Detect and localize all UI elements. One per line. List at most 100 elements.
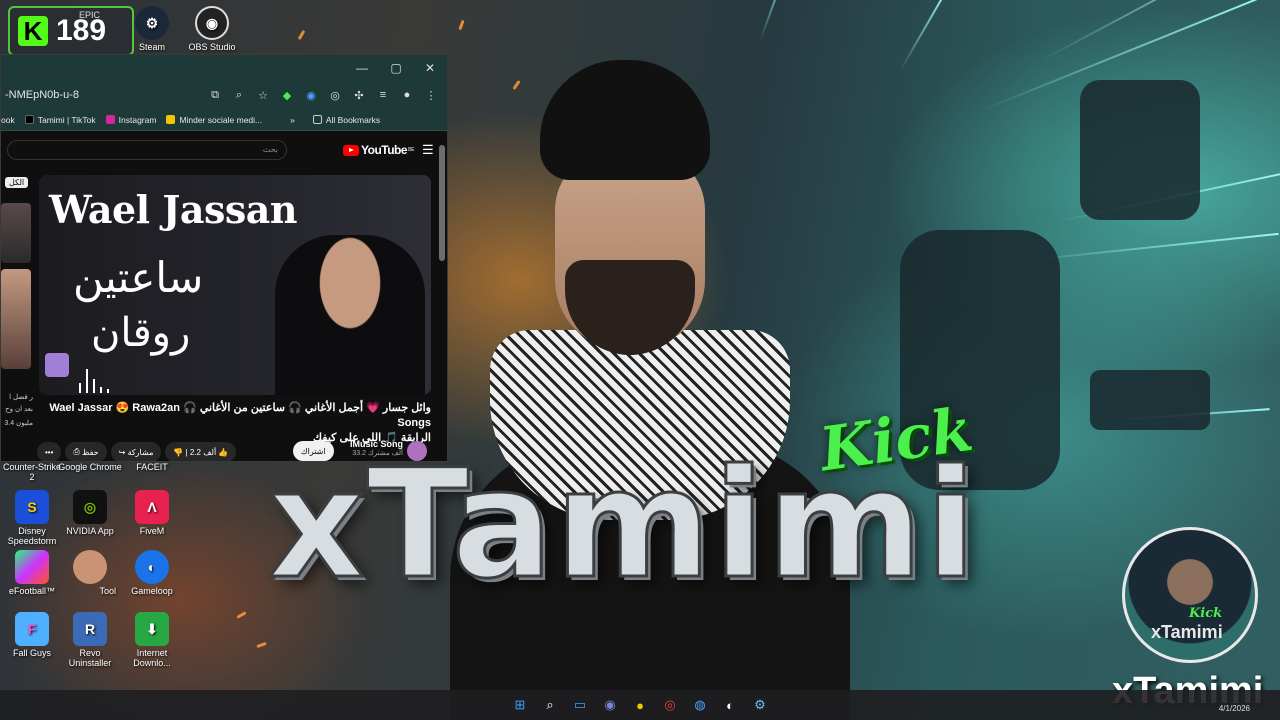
url-field[interactable]: -NMEpN0b-u-8 — [5, 89, 203, 101]
related-thumbnail[interactable] — [1, 203, 31, 263]
channel-avatar[interactable] — [407, 441, 427, 461]
revo-icon: R — [73, 612, 107, 646]
video-player[interactable]: Wael Jassan ساعتين روقان — [39, 175, 431, 395]
kebab-menu-icon[interactable]: ⋮ — [419, 89, 443, 102]
related-title: بعد ان وح — [5, 406, 33, 413]
all-bookmarks-label: All Bookmarks — [325, 114, 381, 125]
like-dislike-button[interactable]: 👎 | 2.2 ألف 👍 — [165, 442, 237, 461]
extension-icon[interactable]: ◆ — [275, 89, 299, 102]
desktop-icon-chrome[interactable]: Google Chrome — [58, 462, 122, 472]
related-views: 3.4 مليون — [4, 420, 33, 427]
desktop-icon-obs[interactable]: ◉ OBS Studio — [180, 6, 244, 52]
overflow-chevron-icon: » — [290, 114, 295, 125]
eye-extension-icon[interactable]: ◎ — [323, 89, 347, 102]
kick-icon: K — [18, 16, 48, 46]
hamburger-menu-icon[interactable]: ☰ — [422, 142, 434, 158]
desktop-icon-steam[interactable]: ⚙ Steam — [120, 6, 184, 52]
tool-icon — [73, 550, 107, 584]
black-cap — [540, 60, 710, 180]
desktop-icon-label: Revo Uninstaller — [68, 648, 112, 669]
search-icon[interactable]: ⌕ — [538, 693, 562, 717]
bookmark-item[interactable]: ook — [1, 115, 15, 125]
light-streak — [899, 0, 946, 72]
youtube-logo[interactable]: YouTube BE — [343, 143, 414, 157]
windows-start-icon[interactable]: ⊞ — [508, 693, 532, 717]
close-icon[interactable]: ✕ — [413, 61, 447, 75]
viewer-count-badge: K 189 EPIC — [8, 6, 134, 56]
save-button[interactable]: ⎙ حفظ — [65, 442, 107, 461]
thumbnail-title: Wael Jassan — [49, 187, 297, 232]
desktop-icon-gameloop[interactable]: ◐ Gameloop — [120, 550, 184, 596]
country-code: BE — [408, 147, 414, 153]
puzzle-icon[interactable]: ✣ — [347, 89, 371, 102]
youtube-play-icon — [343, 144, 359, 156]
obs-taskbar-icon[interactable]: ◐ — [718, 693, 742, 717]
nvidia-icon: ◎ — [73, 490, 107, 524]
spark — [236, 611, 247, 619]
address-bar: -NMEpN0b-u-8 ⧉ ⌕ ☆ ◆ ◉ ◎ ✣ ≡ ● ⋮ — [1, 81, 447, 109]
media-icon[interactable]: ≡ — [371, 89, 395, 101]
desktop-icon-efootball[interactable]: eFootball™ — [0, 550, 64, 596]
globe-icon[interactable]: ◍ — [688, 693, 712, 717]
desktop-icon-tool[interactable]: Tool — [58, 550, 122, 596]
desktop-icon-label: Internet Downlo... — [133, 648, 171, 669]
desktop-icon-disney-speedstorm[interactable]: S Disney Speedstorm — [0, 490, 64, 547]
related-thumbs — [1, 203, 31, 375]
youtube-search-input[interactable]: بحث — [7, 140, 287, 160]
desktop-icon-revo[interactable]: R Revo Uninstaller — [58, 612, 122, 669]
spark — [458, 19, 465, 31]
audio-extension-icon[interactable]: ◉ — [299, 89, 323, 102]
steam-icon: ⚙ — [135, 6, 169, 40]
share-button[interactable]: ↪ مشاركة — [110, 442, 162, 461]
gun-silhouette — [1090, 370, 1210, 430]
folder-icon — [312, 115, 322, 124]
desktop-icon-fall-guys[interactable]: F Fall Guys — [0, 612, 64, 658]
messenger-icon[interactable]: ● — [628, 693, 652, 717]
desktop-icon-label: FiveM — [139, 526, 165, 536]
desktop-icon-label: Counter-Strike 2 — [2, 462, 62, 483]
spark — [297, 29, 306, 41]
all-bookmarks[interactable]: All Bookmarks — [312, 114, 381, 125]
light-streak — [759, 0, 789, 42]
minimize-icon[interactable]: — — [345, 61, 379, 75]
windows-taskbar: ⊞ ⌕ ▭ ◉ ● ◎ ◍ ◐ ⚙ 4/1/2026 — [0, 690, 1280, 720]
file-explorer-icon[interactable]: ▭ — [568, 693, 592, 717]
desktop-icon-label: Fall Guys — [12, 648, 51, 658]
desktop-icon-label: OBS Studio — [188, 42, 236, 52]
cast-icon[interactable]: ⧉ — [203, 89, 227, 102]
related-title: ر فضل ا — [9, 394, 33, 401]
desktop-icon-nvidia[interactable]: ◎ NVIDIA App — [58, 490, 122, 536]
window-titlebar: — ▢ ✕ — [1, 55, 447, 81]
discord-icon[interactable]: ◉ — [598, 693, 622, 717]
steam-taskbar-icon[interactable]: ⚙ — [748, 693, 772, 717]
bookmark-tiktok[interactable]: Tamimi | TikTok — [24, 115, 96, 125]
filter-chip-all[interactable]: الكل — [5, 177, 29, 188]
thumbnail-arabic-line1: ساعتين — [73, 254, 204, 301]
bookmarks-overflow[interactable]: » — [290, 115, 295, 125]
related-thumbnail[interactable] — [1, 269, 31, 369]
bookmark-instagram[interactable]: Instagram — [105, 115, 156, 125]
page-scrollbar[interactable] — [439, 145, 445, 261]
thumbnail-arabic-line2: روقان — [91, 311, 191, 355]
avatar-kick-text: Kick — [1189, 606, 1223, 621]
more-actions-button[interactable]: ••• — [37, 442, 62, 461]
save-label: حفظ — [82, 447, 99, 457]
profile-avatar-icon[interactable]: ● — [395, 89, 419, 101]
desktop-icon-counter-strike[interactable]: Counter-Strike 2 — [0, 462, 64, 483]
maximize-icon[interactable]: ▢ — [379, 61, 413, 75]
bookmark-social[interactable]: Minder sociale medi... — [166, 115, 262, 125]
bookmarks-bar: ook Tamimi | TikTok Instagram Minder soc… — [1, 109, 447, 131]
dislike-icon: 👎 | — [173, 447, 190, 457]
zoom-icon[interactable]: ⌕ — [227, 89, 251, 102]
vest-silhouette — [1080, 80, 1200, 220]
desktop-icon-fivem[interactable]: Λ FiveM — [120, 490, 184, 536]
channel-avatar-circle: Kick xTamimi — [1122, 527, 1258, 663]
desktop-icon-idm[interactable]: ⬇ Internet Downlo... — [120, 612, 184, 669]
star-icon[interactable]: ☆ — [251, 89, 275, 102]
desktop-icon-label: Tool — [99, 586, 116, 596]
download-manager-icon: ⬇ — [135, 612, 169, 646]
desktop-icon-faceit[interactable]: FACEIT — [120, 462, 184, 472]
subscribe-button[interactable]: اشتراك — [293, 441, 334, 461]
desktop-icon-label: eFootball™ — [8, 586, 56, 596]
chrome-icon[interactable]: ◎ — [658, 693, 682, 717]
